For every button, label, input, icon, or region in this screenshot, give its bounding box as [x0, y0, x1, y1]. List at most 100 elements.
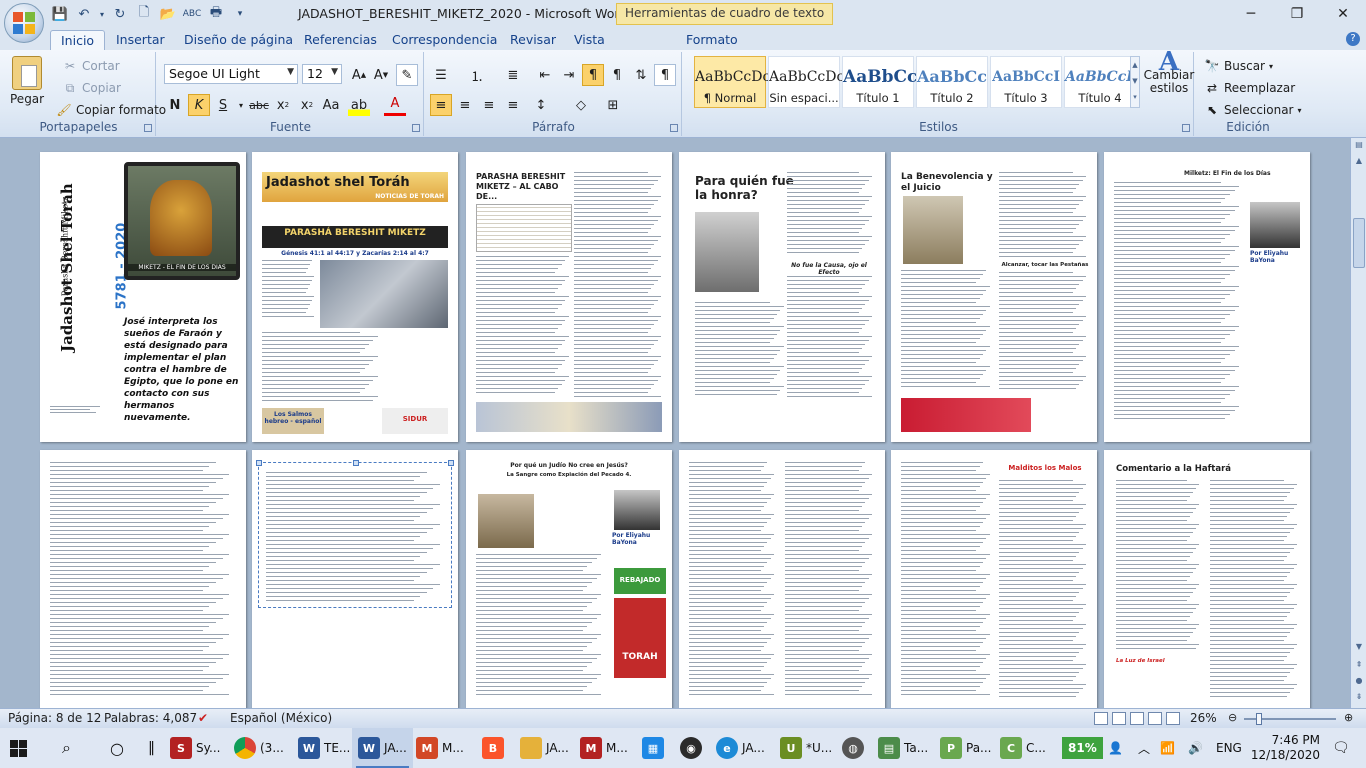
- copy-button[interactable]: ⧉ Copiar: [62, 80, 121, 96]
- task-view-icon[interactable]: ‖: [148, 728, 155, 768]
- styles-gallery-scroll[interactable]: ▲ ▼ ▾: [1130, 56, 1140, 108]
- resize-handle[interactable]: [448, 460, 454, 466]
- zoom-slider-thumb[interactable]: [1256, 713, 1262, 725]
- people-icon[interactable]: 👤: [1108, 728, 1123, 768]
- taskbar-app-word-ja[interactable]: W JA...: [352, 728, 413, 768]
- search-icon[interactable]: ⌕: [62, 728, 71, 768]
- paste-button[interactable]: Pegar: [10, 56, 44, 106]
- proofing-icon[interactable]: ✔: [198, 711, 208, 725]
- battery-indicator[interactable]: 81%: [1062, 728, 1103, 768]
- taskbar-obs[interactable]: ◉: [680, 728, 702, 768]
- zoom-in-icon[interactable]: ⊕: [1344, 711, 1353, 724]
- page-5[interactable]: La Benevolencia y el Juicio Alcanzar, to…: [891, 152, 1097, 442]
- bullets-button[interactable]: ☰: [430, 64, 452, 86]
- style-titulo-4[interactable]: AaBbCcD Título 4: [1064, 56, 1138, 108]
- format-painter-button[interactable]: 🖌 Copiar formato: [56, 102, 166, 118]
- clipboard-launcher[interactable]: [144, 124, 152, 132]
- draft-view-icon[interactable]: [1166, 712, 1180, 725]
- shading-button[interactable]: ◇: [570, 94, 592, 116]
- align-center-button[interactable]: ≡: [454, 94, 476, 116]
- highlight-button[interactable]: ab: [348, 94, 370, 116]
- show-marks-button[interactable]: ¶: [654, 64, 676, 86]
- document-area[interactable]: Jadashot Shel Torah Parasha Bereshit Mik…: [0, 138, 1350, 708]
- spelling-icon[interactable]: ABC: [182, 4, 202, 24]
- find-button[interactable]: 🔭 Buscar ▾: [1204, 58, 1273, 74]
- web-layout-icon[interactable]: [1130, 712, 1144, 725]
- clear-formatting-button[interactable]: ✎: [396, 64, 418, 86]
- taskbar-app-ta[interactable]: ▤ Ta...: [878, 728, 928, 768]
- borders-button[interactable]: ⊞: [602, 94, 624, 116]
- ltr-direction-button[interactable]: ¶: [582, 64, 604, 86]
- vertical-scrollbar[interactable]: ▤ ▲ ▼ ⇞ ● ⇟: [1350, 138, 1366, 708]
- zoom-out-icon[interactable]: ⊖: [1228, 711, 1237, 724]
- italic-button[interactable]: K: [188, 94, 210, 116]
- page-count[interactable]: Página: 8 de 12: [8, 711, 101, 725]
- taskbar-app-chrome[interactable]: (3...: [234, 728, 284, 768]
- print-icon[interactable]: 🖶: [206, 4, 226, 24]
- change-case-button[interactable]: Aa: [320, 94, 342, 116]
- page-4[interactable]: Para quién fue la honra? No fue la Causa…: [679, 152, 885, 442]
- taskbar-app-ja[interactable]: JA...: [520, 728, 569, 768]
- taskbar-app-m[interactable]: M M...: [416, 728, 464, 768]
- tab-inicio[interactable]: Inicio: [50, 30, 106, 50]
- page-10[interactable]: [679, 450, 885, 708]
- align-right-button[interactable]: ≡: [478, 94, 500, 116]
- help-icon[interactable]: ?: [1346, 32, 1360, 46]
- strikethrough-button[interactable]: abc: [248, 94, 270, 116]
- save-icon[interactable]: 💾: [50, 4, 70, 24]
- network-icon[interactable]: 📶: [1160, 728, 1175, 768]
- replace-button[interactable]: ⇄ Reemplazar: [1204, 80, 1295, 96]
- taskbar-app-c[interactable]: C C...: [1000, 728, 1046, 768]
- next-page-icon[interactable]: ⇟: [1353, 692, 1365, 704]
- change-styles-button[interactable]: A Cambiar estilos: [1144, 49, 1195, 95]
- input-language[interactable]: ENG: [1216, 728, 1242, 768]
- style-titulo-2[interactable]: AaBbCc Título 2: [916, 56, 988, 108]
- subscript-button[interactable]: x2: [272, 94, 294, 116]
- zoom-slider[interactable]: [1244, 713, 1336, 725]
- previous-page-icon[interactable]: ⇞: [1353, 660, 1365, 672]
- page-6[interactable]: Milketz: El Fin de los Días Por Eliyahu …: [1104, 152, 1310, 442]
- font-name-combo[interactable]: Segoe UI Light ▼: [164, 64, 298, 84]
- tab-revisar[interactable]: Revisar: [500, 30, 566, 50]
- style-normal[interactable]: AaBbCcDc ¶ Normal: [694, 56, 770, 108]
- page-3[interactable]: PARASHA BERESHIT MIKETZ – AL CABO DE...: [466, 152, 672, 442]
- font-size-combo[interactable]: 12 ▼: [302, 64, 342, 84]
- tab-formato[interactable]: Formato: [676, 30, 748, 50]
- font-launcher[interactable]: [412, 124, 420, 132]
- decrease-indent-button[interactable]: ⇤: [534, 64, 556, 86]
- open-folder-icon[interactable]: 📂: [158, 4, 178, 24]
- page-2[interactable]: Jadashot shel Toráh NOTICIAS DE TORAH PA…: [252, 152, 458, 442]
- page-9[interactable]: Por qué un Judío No cree en Jesús? La Sa…: [466, 450, 672, 708]
- align-left-button[interactable]: ≡: [430, 94, 452, 116]
- cut-button[interactable]: ✂ Cortar: [62, 58, 120, 74]
- taskbar-app-pa[interactable]: P Pa...: [940, 728, 992, 768]
- minimize-button[interactable]: ─: [1228, 0, 1274, 28]
- taskbar-app-word-te[interactable]: W TE...: [298, 728, 350, 768]
- taskbar-globe[interactable]: ◍: [842, 728, 864, 768]
- new-document-icon[interactable]: 🗋: [134, 4, 154, 24]
- taskbar-app-brave[interactable]: B: [482, 728, 504, 768]
- select-button[interactable]: ⬉ Seleccionar ▾: [1204, 102, 1302, 118]
- page-11[interactable]: Malditos los Malos: [891, 450, 1097, 708]
- paragraph-launcher[interactable]: [670, 124, 678, 132]
- tab-diseno-de-pagina[interactable]: Diseño de página: [174, 30, 303, 50]
- tab-referencias[interactable]: Referencias: [294, 30, 387, 50]
- undo-dropdown-icon[interactable]: ▾: [98, 4, 106, 24]
- redo-icon[interactable]: ↻: [110, 4, 130, 24]
- tab-vista[interactable]: Vista: [564, 30, 615, 50]
- page-7[interactable]: [40, 450, 246, 708]
- browse-object-icon[interactable]: ●: [1353, 676, 1365, 688]
- multilevel-list-button[interactable]: ≣: [502, 64, 524, 86]
- language-indicator[interactable]: Español (México): [230, 711, 332, 725]
- tab-correspondencia[interactable]: Correspondencia: [382, 30, 507, 50]
- resize-handle[interactable]: [256, 460, 262, 466]
- cortana-icon[interactable]: ○: [110, 728, 124, 768]
- style-titulo-3[interactable]: AaBbCcI Título 3: [990, 56, 1062, 108]
- start-button[interactable]: [10, 728, 27, 768]
- rtl-direction-button[interactable]: ¶: [606, 64, 628, 86]
- taskbar-calendar[interactable]: ▦: [642, 728, 664, 768]
- outline-view-icon[interactable]: [1148, 712, 1162, 725]
- increase-indent-button[interactable]: ⇥: [558, 64, 580, 86]
- sort-button[interactable]: ⇅: [630, 64, 652, 86]
- restore-button[interactable]: ❐: [1274, 0, 1320, 28]
